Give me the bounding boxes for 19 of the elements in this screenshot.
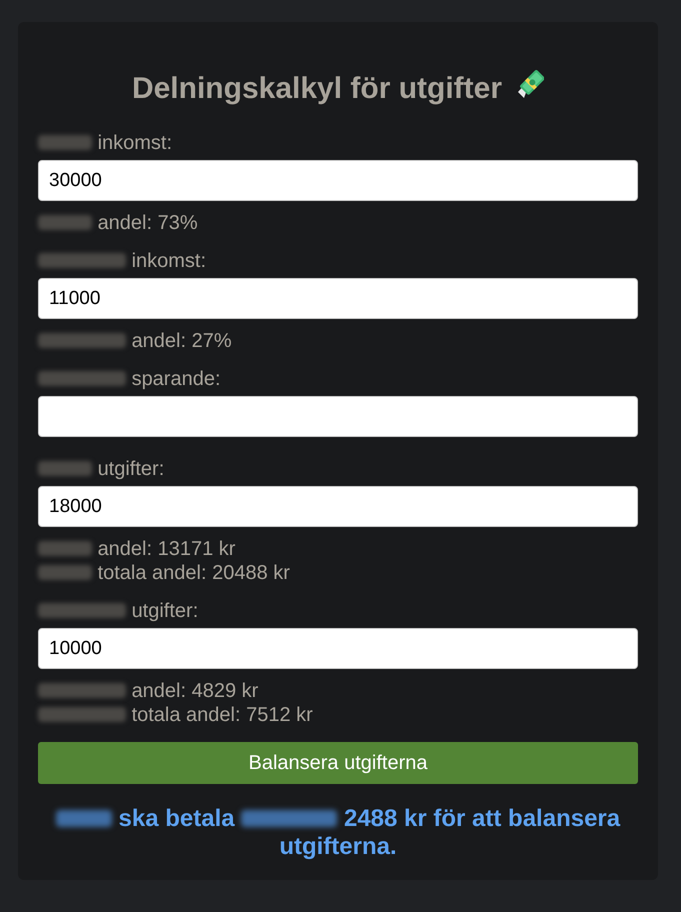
share-text: totala andel: 20488 kr bbox=[38, 561, 638, 585]
share-text: andel: 13171 kr bbox=[38, 537, 638, 561]
share-text: andel: 4829 kr bbox=[38, 679, 638, 703]
share-text: andel: 27% bbox=[38, 329, 638, 353]
input-field[interactable] bbox=[38, 396, 638, 437]
share-text: andel: 73% bbox=[38, 211, 638, 235]
result-text: ska betala 2488 kr för att balansera utgifterna. bbox=[38, 805, 638, 861]
field-label: inkomst: bbox=[38, 250, 638, 273]
input-field[interactable]: 10000 bbox=[38, 628, 638, 669]
field-label: utgifter: bbox=[38, 458, 638, 481]
page-title: Delningskalkyl för utgifter bbox=[132, 72, 502, 105]
balance-button[interactable]: Balansera utgifterna bbox=[38, 742, 638, 784]
field-label: utgifter: bbox=[38, 600, 638, 623]
share-text: totala andel: 7512 kr bbox=[38, 703, 638, 727]
input-field[interactable]: 18000 bbox=[38, 486, 638, 527]
input-field[interactable]: 30000 bbox=[38, 160, 638, 201]
field-label: inkomst: bbox=[38, 132, 638, 155]
field-label: sparande: bbox=[38, 368, 638, 391]
input-field[interactable]: 11000 bbox=[38, 278, 638, 319]
